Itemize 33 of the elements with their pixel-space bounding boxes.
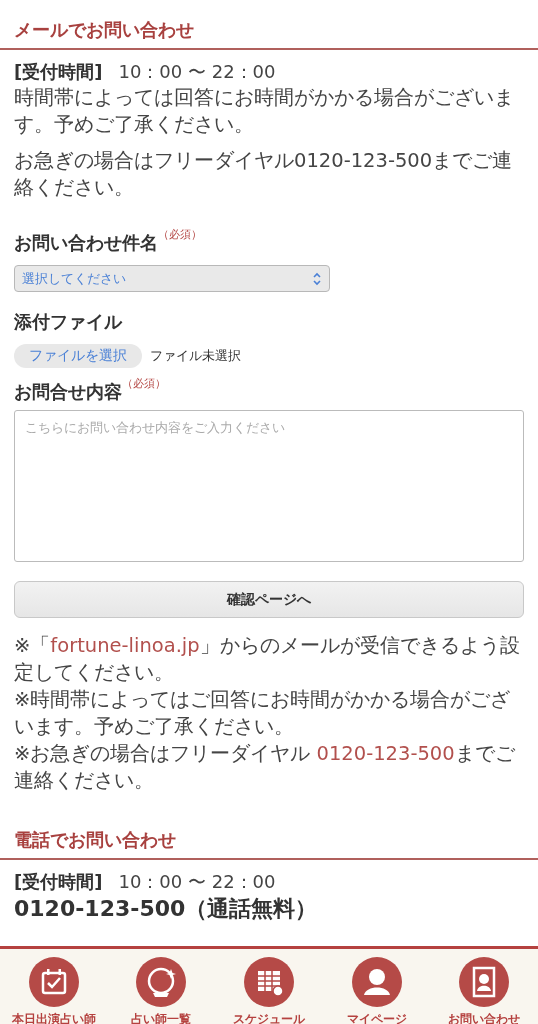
- file-status: ファイル未選択: [150, 347, 241, 365]
- hours-label: [受付時間]: [14, 60, 103, 84]
- content-field[interactable]: こちらにお問い合わせ内容をご入力ください: [14, 410, 524, 562]
- note-text: ※「fortune-linoa.jp」からのメールが受信できるよう設定してください。: [14, 633, 521, 686]
- confirm-button[interactable]: 確認ページへ: [14, 581, 524, 618]
- field-label: お問い合わせ件名: [14, 231, 158, 255]
- section-heading: 電話でお問い合わせ: [14, 828, 177, 852]
- section-heading: メールでお問い合わせ: [14, 18, 195, 42]
- tab-item[interactable]: 占い師一覧: [111, 957, 212, 1024]
- required-mark: （必須）: [158, 227, 202, 242]
- field-label: 添付ファイル: [14, 310, 122, 334]
- phone-number: 0120-123-500（通話無料）: [14, 895, 319, 923]
- note-text: ※お急ぎの場合はフリーダイヤル 0120-123-500 までご連絡ください。: [14, 741, 516, 794]
- subject-select[interactable]: 選択してください: [14, 265, 330, 292]
- hours-label: [受付時間]: [14, 870, 103, 894]
- info-paragraph: お急ぎの場合はフリーダイヤル0120-123-500までご連絡ください。: [14, 148, 514, 201]
- tab-item[interactable]: マイページ: [326, 957, 427, 1024]
- person-icon: [351, 957, 402, 1007]
- chevron-icon: [312, 271, 322, 286]
- note-text: ※時間帯によってはご回答にお時間がかかる場合がございます。予めご了承ください。: [14, 687, 512, 740]
- note-link[interactable]: fortune-linoa.jp: [50, 634, 200, 657]
- schedule-icon: [244, 957, 294, 1007]
- required-mark: （必須）: [122, 376, 166, 391]
- note-link[interactable]: 0120-123-500: [316, 742, 455, 765]
- hours-value: 10：00 〜 22：00: [118, 60, 276, 84]
- hours-value: 10：00 〜 22：00: [118, 870, 276, 894]
- info-paragraph: 時間帯によっては回答にお時間がかかる場合がございます。予めご了承ください。: [14, 85, 515, 138]
- contact-icon: [459, 957, 510, 1007]
- calendar-icon: [28, 957, 79, 1007]
- crystal-icon: [136, 957, 187, 1007]
- file-button[interactable]: ファイルを選択: [14, 344, 142, 368]
- tab-item[interactable]: スケジュール: [219, 957, 319, 1024]
- field-label: お問合せ内容: [14, 380, 122, 404]
